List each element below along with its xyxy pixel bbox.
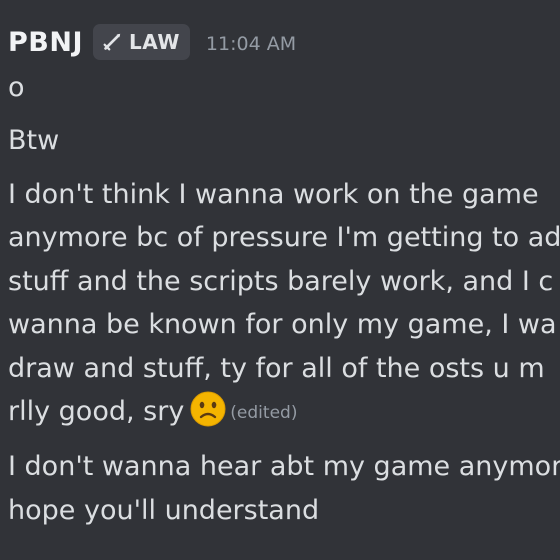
message-line: Btw: [8, 125, 60, 156]
message-line: anymore bc of pressure I'm getting to ad: [8, 222, 560, 253]
message-line: stuff and the scripts barely work, and I…: [8, 266, 554, 297]
message-line-with-emoji: rlly good, sry (edited): [8, 390, 297, 437]
message-text: rlly good, sry: [8, 396, 185, 427]
message-line: I don't think I wanna work on the game: [8, 179, 539, 210]
slightly-frowning-face-emoji[interactable]: [190, 391, 226, 427]
message-line: draw and stuff, ty for all of the osts u…: [8, 353, 545, 384]
message-line: I don't wanna hear abt my game anymor: [8, 451, 560, 482]
server-tag-label: LAW: [129, 30, 180, 54]
message-line: hope you'll understand: [8, 495, 320, 526]
timestamp[interactable]: 11:04 AM: [206, 33, 296, 55]
edited-label: (edited): [230, 403, 298, 423]
server-tag[interactable]: LAW: [93, 24, 190, 60]
username[interactable]: PBNJ: [8, 27, 83, 58]
message-line: o: [8, 72, 25, 103]
chat-message: PBNJ LAW 11:04 AM o Btw I don't think I …: [0, 0, 560, 560]
message-header: PBNJ LAW 11:04 AM: [8, 22, 296, 62]
message-line: wanna be known for only my game, I wa: [8, 309, 557, 340]
sword-icon: [103, 33, 121, 51]
